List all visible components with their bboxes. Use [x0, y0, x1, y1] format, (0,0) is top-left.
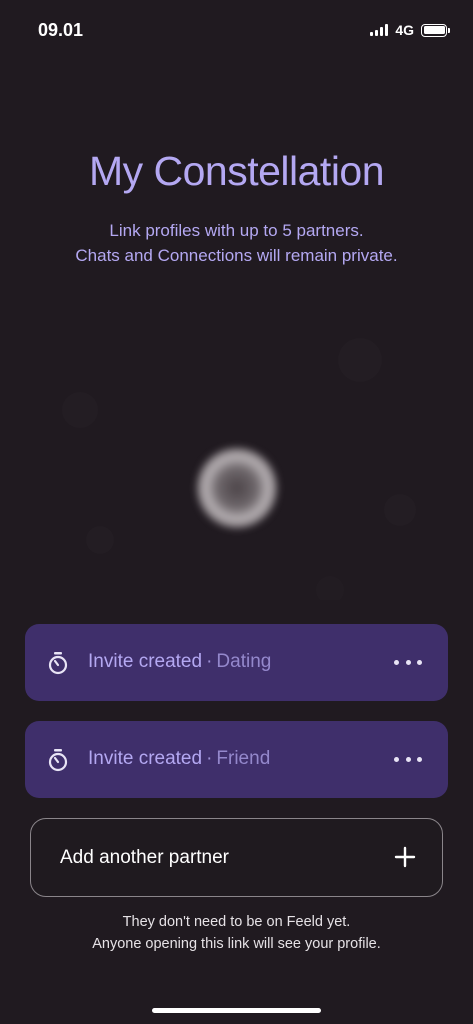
- invite-card-dating[interactable]: Invite created · Dating: [25, 624, 448, 701]
- more-options-button[interactable]: [394, 652, 422, 672]
- status-bar: 09.01 4G: [0, 0, 473, 60]
- invite-card-friend[interactable]: Invite created · Friend: [25, 721, 448, 798]
- invite-text: Invite created · Friend: [88, 748, 270, 770]
- invite-status: Invite created: [88, 748, 203, 769]
- invite-status: Invite created: [88, 651, 203, 672]
- invite-text: Invite created · Dating: [88, 651, 271, 673]
- status-time: 09.01: [38, 20, 84, 40]
- constellation-orb: [197, 448, 277, 528]
- status-indicators: 4G: [370, 22, 450, 38]
- subtitle-line-1: Link profiles with up to 5 partners.: [109, 221, 364, 240]
- invite-type: Dating: [216, 651, 272, 672]
- dot: [405, 659, 411, 665]
- plus-icon: [394, 846, 416, 868]
- more-options-button[interactable]: [394, 749, 422, 769]
- dot: [417, 756, 422, 762]
- invite-type: Friend: [216, 748, 271, 769]
- footnote-line-1: They don't need to be on Feeld yet.: [122, 914, 351, 930]
- invite-separator: ·: [206, 651, 213, 672]
- footnote: They don't need to be on Feeld yet. Anyo…: [0, 911, 473, 955]
- page-subtitle: Link profiles with up to 5 partners. Cha…: [0, 218, 473, 268]
- timer-icon: [48, 652, 68, 675]
- battery-icon: [421, 23, 450, 37]
- signal-strength-icon: [370, 24, 389, 36]
- dot: [417, 659, 422, 665]
- dot: [394, 756, 399, 762]
- home-indicator[interactable]: [152, 1008, 321, 1013]
- network-type: 4G: [395, 22, 414, 38]
- footnote-line-2: Anyone opening this link will see your p…: [92, 936, 381, 952]
- page-title: My Constellation: [88, 148, 385, 194]
- subtitle-line-2: Chats and Connections will remain privat…: [75, 246, 398, 265]
- dot: [394, 659, 399, 665]
- add-partner-label: Add another partner: [60, 847, 230, 868]
- invite-separator: ·: [206, 748, 213, 769]
- timer-icon: [48, 749, 68, 772]
- dot: [405, 756, 411, 762]
- add-partner-button[interactable]: Add another partner: [30, 818, 443, 897]
